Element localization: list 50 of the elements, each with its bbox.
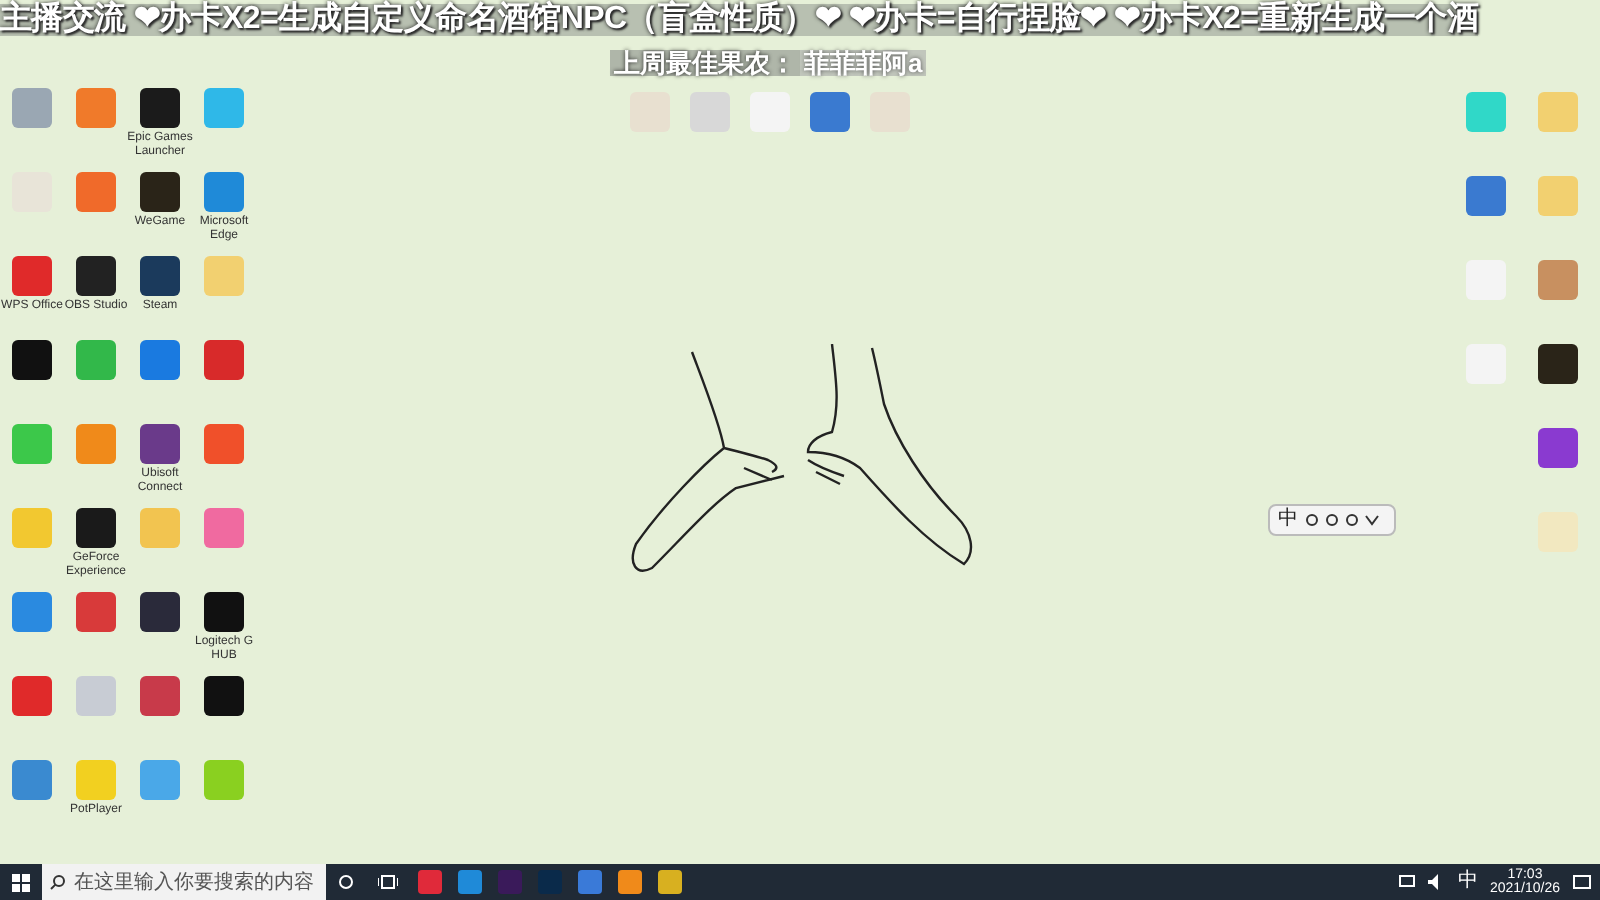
app-icon[interactable] [76,508,116,548]
app-icon[interactable] [204,592,244,632]
taskbar-app-icon[interactable] [418,870,442,894]
app-icon[interactable] [76,340,116,380]
ime-toolbar[interactable]: 中 [1268,504,1396,536]
search-icon [50,874,66,890]
app-icon[interactable] [204,340,244,380]
best-farmer-name: 菲菲菲阿a [800,50,927,76]
app-icon[interactable] [204,676,244,716]
app-icon[interactable] [140,760,180,800]
app-icon[interactable] [76,424,116,464]
app-icon[interactable] [140,592,180,632]
app-icon[interactable] [140,424,180,464]
taskbar-app-icon[interactable] [458,870,482,894]
app-icon[interactable] [140,172,180,212]
ime-indicator[interactable]: 中 [1457,872,1478,892]
best-farmer-label: 上周最佳果农： [610,50,800,76]
app-icon[interactable] [140,676,180,716]
taskbar-app-icon[interactable] [498,870,522,894]
app-icon[interactable] [204,88,244,128]
app-icon[interactable] [1466,176,1506,216]
app-icon[interactable] [204,424,244,464]
app-icon[interactable] [1538,428,1578,468]
app-icon[interactable] [810,92,850,132]
app-icon[interactable] [76,256,116,296]
app-icon[interactable] [12,676,52,716]
app-icon[interactable] [204,172,244,212]
search-field[interactable]: 在这里输入你要搜索的内容 [42,864,326,900]
task-view-icon[interactable] [378,874,398,890]
app-icon[interactable] [76,172,116,212]
app-icon[interactable] [12,340,52,380]
windows-logo-icon[interactable] [12,873,30,891]
app-icon[interactable] [12,424,52,464]
app-icon[interactable] [76,88,116,128]
taskbar-app-icon[interactable] [658,870,682,894]
cortana-icon[interactable] [338,874,354,890]
app-icon[interactable] [140,88,180,128]
ime-tool-icons[interactable] [1304,512,1384,528]
app-icon[interactable] [12,760,52,800]
app-icon[interactable] [12,88,52,128]
app-icon[interactable] [12,256,52,296]
app-icon[interactable] [1538,344,1578,384]
app-icon[interactable] [204,508,244,548]
app-icon[interactable] [12,592,52,632]
taskbar-app-icon[interactable] [618,870,642,894]
app-icon[interactable] [140,340,180,380]
taskbar-app-icon[interactable] [578,870,602,894]
app-icon[interactable] [76,592,116,632]
app-icon[interactable] [140,256,180,296]
app-icon[interactable] [1538,260,1578,300]
